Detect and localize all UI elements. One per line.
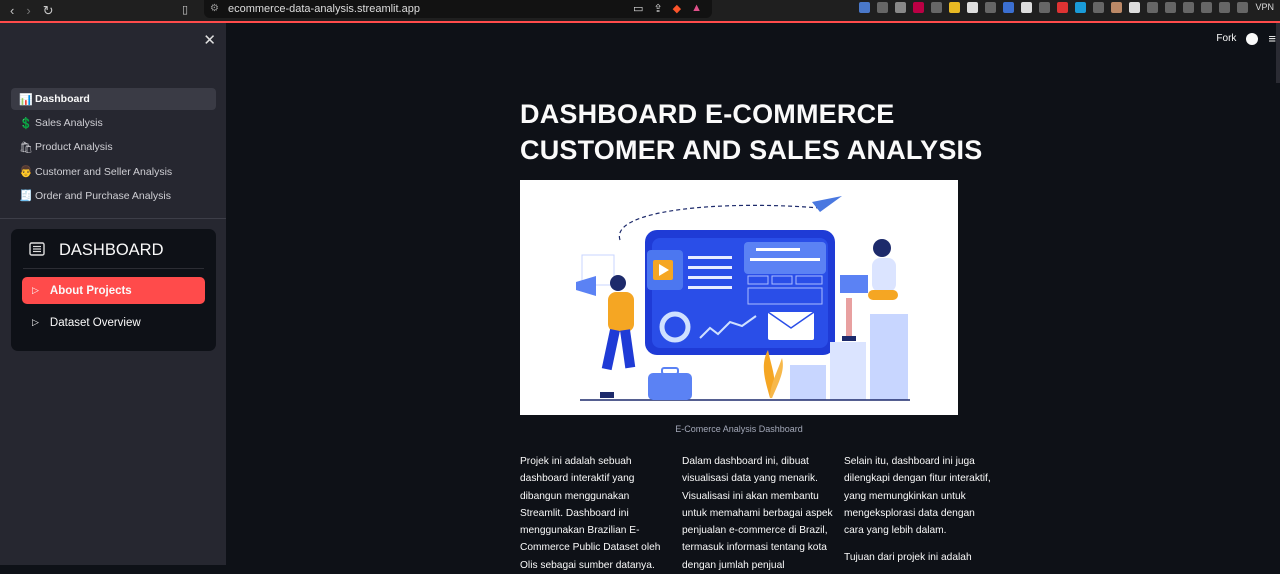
menu-option-label: About Projects	[49, 284, 132, 297]
forward-icon[interactable]: ›	[26, 4, 30, 17]
title-line: CUSTOMER AND SALES ANALYSIS	[520, 135, 983, 165]
sidebar-item-sales-analysis[interactable]: 💲 Sales Analysis	[11, 112, 216, 134]
site-settings-icon[interactable]: ⚙	[210, 3, 219, 14]
bookmark-icon[interactable]: ▯	[182, 3, 188, 16]
intro-columns: Projek ini adalah sebuah dashboard inter…	[520, 453, 1000, 574]
shopping-bags-icon: 🛍	[19, 141, 33, 154]
scrollbar[interactable]	[1276, 23, 1280, 83]
dashboard-illustration	[520, 180, 958, 415]
sidebar-item-customer-seller-analysis[interactable]: 👨 Customer and Seller Analysis	[11, 161, 216, 183]
paragraph: Tujuan dari projek ini adalah	[844, 552, 972, 564]
extension-icon[interactable]	[1093, 2, 1105, 13]
extension-icon[interactable]	[913, 2, 925, 13]
menu-divider	[23, 268, 204, 269]
wallet-icon[interactable]	[1219, 2, 1231, 13]
sidebar-item-label: Product Analysis	[35, 141, 113, 154]
title-line: DASHBOARD E-COMMERCE	[520, 99, 895, 129]
extension-icon[interactable]	[1021, 2, 1033, 13]
close-icon[interactable]: ✕	[203, 31, 216, 49]
fork-button[interactable]: Fork	[1216, 33, 1236, 44]
main-content: DASHBOARD E-COMMERCE CUSTOMER AND SALES …	[520, 96, 1000, 574]
puzzle-icon[interactable]	[1147, 2, 1159, 13]
sidebar-item-order-purchase-analysis[interactable]: 🧾 Order and Purchase Analysis	[11, 185, 216, 207]
app-toolbar: Fork ≡	[1216, 31, 1276, 46]
extension-icon[interactable]	[895, 2, 907, 13]
intro-column-1: Projek ini adalah sebuah dashboard inter…	[520, 453, 671, 574]
paragraph: Selain itu, dashboard ini juga dilengkap…	[844, 456, 991, 537]
sidebar-item-dashboard[interactable]: 📊 Dashboard	[11, 88, 216, 110]
brave-shield-icon[interactable]: ◆	[673, 2, 681, 15]
bar-chart-icon: 📊	[19, 93, 33, 106]
extensions-bar: VPN	[859, 2, 1274, 13]
receipt-icon: 🧾	[19, 190, 33, 203]
sidebar-item-label: Sales Analysis	[35, 117, 103, 130]
menu-option-about-projects[interactable]: ▷ About Projects	[22, 277, 205, 304]
play-icon: ▷	[32, 317, 39, 327]
extension-icon[interactable]	[1129, 2, 1141, 13]
option-menu: DASHBOARD ▷ About Projects ▷ Dataset Ove…	[11, 229, 216, 351]
rewards-icon[interactable]: ▲	[691, 2, 702, 15]
extension-icon[interactable]	[1039, 2, 1051, 13]
sidebar-toggle-icon[interactable]	[1201, 2, 1213, 13]
sidebar-divider	[0, 218, 226, 219]
play-icon: ▷	[32, 285, 39, 295]
extension-icon[interactable]	[859, 2, 871, 13]
person-icon: 👨	[19, 166, 33, 179]
leo-icon[interactable]	[1237, 2, 1249, 13]
intro-column-3: Selain itu, dashboard ini juga dilengkap…	[844, 453, 995, 574]
extension-icon[interactable]	[1003, 2, 1015, 13]
paragraph: Projek ini adalah sebuah dashboard inter…	[520, 456, 661, 571]
intro-column-2: Dalam dashboard ini, dibuat visualisasi …	[682, 453, 833, 574]
page-title: DASHBOARD E-COMMERCE CUSTOMER AND SALES …	[520, 96, 1000, 168]
extension-icon[interactable]	[985, 2, 997, 13]
list-icon	[29, 242, 51, 259]
back-icon[interactable]: ‹	[10, 4, 14, 17]
browser-toolbar: ‹ › ↻ ▯ ⚙ ecommerce-data-analysis.stream…	[0, 0, 1280, 21]
sidebar-item-label: Customer and Seller Analysis	[35, 165, 173, 178]
reload-icon[interactable]: ↻	[43, 4, 54, 17]
sidebar-item-product-analysis[interactable]: 🛍 Product Analysis	[11, 136, 216, 158]
image-caption: E-Comerce Analysis Dashboard	[675, 424, 803, 434]
music-icon[interactable]	[1165, 2, 1177, 13]
dollar-icon: 💲	[19, 117, 33, 130]
extension-icon[interactable]	[949, 2, 961, 13]
extension-icon[interactable]	[1057, 2, 1069, 13]
sidebar-item-label: Dashboard	[35, 93, 90, 105]
share-icon[interactable]: ⇪	[653, 2, 662, 15]
vpn-button[interactable]: VPN	[1255, 2, 1274, 13]
browser-nav: ‹ › ↻	[0, 4, 180, 17]
page-nav: 📊 Dashboard 💲 Sales Analysis 🛍 Product A…	[11, 88, 216, 209]
extension-icon[interactable]	[1075, 2, 1087, 13]
address-bar[interactable]: ⚙ ecommerce-data-analysis.streamlit.app …	[204, 0, 712, 18]
extension-icon[interactable]	[877, 2, 889, 13]
sidebar-item-label: Order and Purchase Analysis	[35, 189, 171, 202]
menu-title: DASHBOARD	[59, 241, 164, 259]
download-icon[interactable]	[1183, 2, 1195, 13]
extension-icon[interactable]	[967, 2, 979, 13]
cast-icon[interactable]: ▭	[633, 2, 643, 15]
main-menu-icon[interactable]: ≡	[1268, 31, 1276, 46]
url-text: ecommerce-data-analysis.streamlit.app	[228, 3, 420, 15]
menu-option-label: Dataset Overview	[49, 316, 141, 329]
menu-header: DASHBOARD	[11, 229, 216, 260]
sidebar: ✕ 📊 Dashboard 💲 Sales Analysis 🛍 Product…	[0, 23, 226, 565]
extension-icon[interactable]	[931, 2, 943, 13]
paragraph: Dalam dashboard ini, dibuat visualisasi …	[682, 456, 833, 571]
github-icon[interactable]	[1246, 32, 1259, 45]
extension-icon[interactable]	[1111, 2, 1123, 13]
menu-option-dataset-overview[interactable]: ▷ Dataset Overview	[22, 309, 205, 336]
